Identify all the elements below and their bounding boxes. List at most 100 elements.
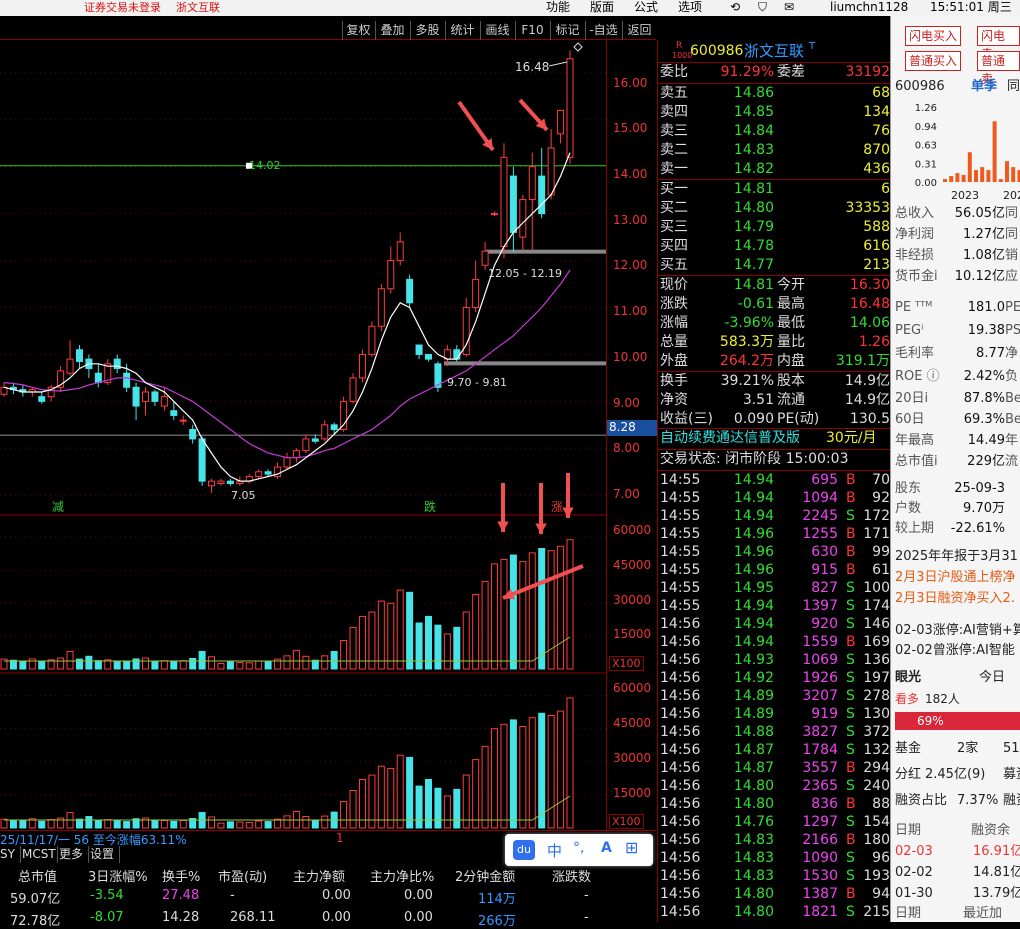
candle-body [255, 471, 263, 477]
table-cell: 266万 [478, 914, 516, 929]
tick-volume: 915 [811, 562, 838, 578]
tick-price: 14.76 [733, 814, 774, 830]
tick-price: 14.96 [733, 544, 774, 560]
bid-row: 买四 14.78 616 [658, 237, 891, 256]
overlay-button[interactable]: 叠加 [375, 21, 409, 40]
tick-time: 14:56 [660, 832, 701, 848]
margin-amount: 16.91亿 [973, 844, 1020, 859]
tab-more[interactable]: 更多 [59, 846, 89, 863]
eye-today[interactable]: 今日 [979, 668, 1005, 688]
volume-bar [481, 580, 489, 670]
flash-sell-button[interactable]: 闪电卖 [977, 26, 1020, 61]
stat-value: 1.26 [858, 334, 890, 350]
tick-count: 169 [863, 634, 890, 650]
ime-toolbar[interactable]: du 中 °, A ⊞ [505, 834, 653, 866]
mark-button[interactable]: 标记 [550, 21, 584, 40]
limit-up-item[interactable]: 02-03涨停:AI营销+算 [895, 621, 1020, 641]
column-header[interactable]: 市盈(动) [218, 866, 267, 885]
news-item[interactable]: 2月3日沪股通上榜净 [895, 568, 1016, 588]
tick-row: 14:55 14.95 827 S 100 [658, 579, 891, 597]
stat-row: 现价 14.81 今开 16.30 [658, 276, 891, 295]
column-header[interactable]: 主力净比% [370, 866, 434, 885]
flash-buy-button[interactable]: 闪电买入 [905, 26, 962, 46]
add-watchlist-button[interactable]: -自选 [585, 21, 621, 40]
menu-layout[interactable]: 版面 [590, 0, 614, 15]
tick-volume: 827 [811, 580, 838, 596]
volume-bar [472, 594, 480, 670]
candle-body [170, 410, 178, 416]
username[interactable]: liumchn1128 [830, 0, 908, 15]
multi-stock-button[interactable]: 多股 [410, 21, 444, 40]
baidu-ime-logo-icon[interactable]: du [513, 840, 535, 860]
tick-count: 180 [863, 832, 890, 848]
normal-sell-button[interactable]: 普通卖 [977, 51, 1020, 86]
price-tick: 7.00 [613, 487, 640, 501]
stat-row: 总量 583.3万 量比 1.26 [658, 333, 891, 352]
promo-price[interactable]: 30元/月 [826, 429, 877, 448]
stat-value: 16.48 [849, 296, 890, 312]
f10-button[interactable]: F10 [515, 21, 549, 40]
financial-bar-chart: 1.26 0.94 0.63 0.31 0.00 2023 202 [915, 103, 1020, 202]
candle-body [358, 353, 366, 379]
candle-body [330, 424, 338, 431]
amount-bar [500, 723, 508, 829]
ime-a-icon[interactable]: A [601, 840, 612, 856]
tick-side: S [846, 670, 855, 686]
margin-date: 02-03 [895, 844, 933, 859]
news-item[interactable]: 2月3日融资净买入2. [895, 589, 1015, 609]
column-header[interactable]: 主力净额 [293, 866, 345, 885]
tab-single-quarter[interactable]: 单季 [971, 77, 997, 97]
ask-label: 卖三 [660, 123, 688, 139]
menu-function[interactable]: 功能 [546, 0, 570, 15]
draw-line-button[interactable]: 画线 [480, 21, 514, 40]
kline-chart[interactable]: 16.48 14.02 12.05 - 12.19 9.70 - 9.81 7.… [0, 40, 606, 830]
ask-volume: 870 [863, 142, 890, 158]
menu-formula[interactable]: 公式 [634, 0, 658, 15]
tick-row: 14:56 14.94 920 S 146 [658, 615, 891, 633]
table-cell: -8.07 [90, 910, 124, 925]
promo-row[interactable]: 自动续费通达信普及版 30元/月 [658, 429, 891, 448]
mail-icon[interactable]: ✉ [784, 0, 794, 15]
table-cell: 268.11 [230, 910, 276, 925]
tick-count: 100 [863, 580, 890, 596]
statistics-button[interactable]: 统计 [445, 21, 479, 40]
menu-options[interactable]: 选项 [678, 0, 702, 15]
news-item[interactable]: 2025年年报于3月31 [895, 547, 1018, 567]
column-header[interactable]: 换手% [162, 866, 200, 885]
annotation-arrow [535, 483, 547, 534]
tab-settings[interactable]: 设置 [90, 846, 120, 863]
stat-row: 涨跌 -0.61 最高 16.48 [658, 295, 891, 314]
normal-buy-button[interactable]: 普通买入 [905, 51, 962, 71]
column-header[interactable]: 2分钟金额 [455, 866, 515, 885]
fin-bar [961, 174, 966, 182]
tab-sy[interactable]: SY [0, 846, 21, 863]
tick-side: B [846, 796, 856, 812]
fin-axis-tick: 0.00 [915, 178, 937, 189]
column-header[interactable]: 涨跌数 [552, 866, 591, 885]
volume-bar [453, 626, 461, 670]
tab-mcst[interactable]: MCST [22, 846, 58, 863]
column-header[interactable]: 3日涨幅% [88, 866, 148, 885]
candle-body [377, 288, 385, 327]
ask-label: 卖二 [660, 142, 688, 158]
bid-volume: 616 [863, 238, 890, 254]
price-tick: 11.00 [613, 304, 648, 318]
candle-body [566, 58, 574, 158]
ime-punct-toggle[interactable]: °, [573, 840, 584, 856]
volume-bar [566, 539, 574, 670]
back-button[interactable]: 返回 [622, 21, 656, 40]
tick-row: 14:56 14.83 1090 S 96 [658, 849, 891, 867]
shirt-icon[interactable]: ⛉ [758, 0, 767, 15]
tick-volume: 1090 [802, 850, 838, 866]
column-header[interactable]: 总市值 [18, 866, 57, 885]
stock-name: 浙文互联 [744, 42, 805, 60]
refresh-icon[interactable]: ⟲ [730, 0, 740, 15]
limit-up-item[interactable]: 02-02曾涨停:AI智能 [895, 641, 1015, 661]
restore-rights-button[interactable]: 复权 [342, 21, 374, 40]
info-value: 2.42% [963, 369, 1005, 384]
tab-yoy[interactable]: 同 [1007, 77, 1020, 97]
ime-lang-toggle[interactable]: 中 [547, 840, 562, 861]
promo-text[interactable]: 自动续费通达信普及版 [660, 429, 800, 448]
tick-volume: 1094 [802, 490, 838, 506]
ime-grid-icon[interactable]: ⊞ [625, 838, 638, 857]
